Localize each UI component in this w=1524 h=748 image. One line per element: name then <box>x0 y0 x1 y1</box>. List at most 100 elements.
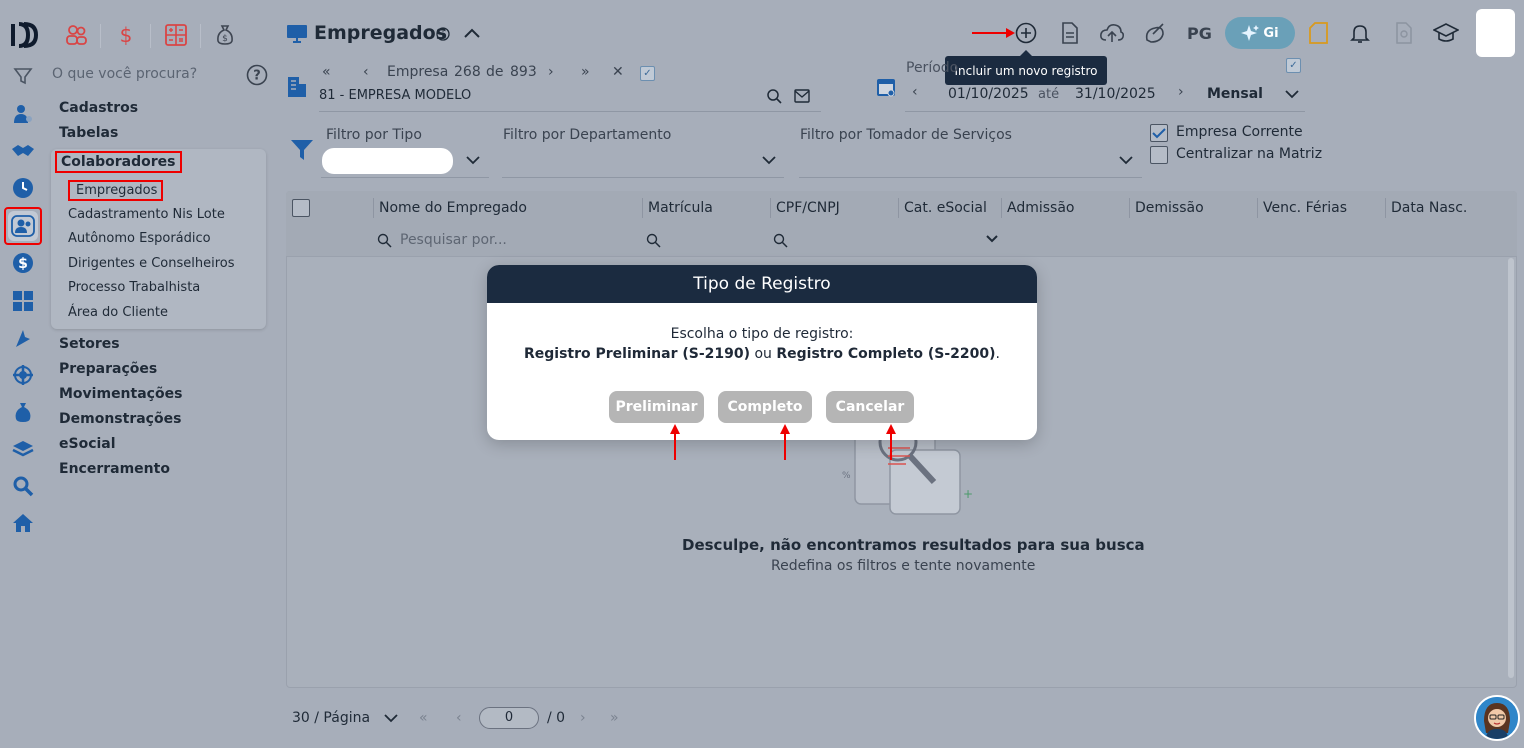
cloud-upload-icon[interactable] <box>1099 20 1125 46</box>
chevron-down-icon[interactable] <box>761 154 777 166</box>
periodo-checkbox[interactable]: ✓ <box>1286 58 1301 73</box>
calendar-icon <box>876 76 896 98</box>
company-checkbox[interactable]: ✓ <box>640 66 655 81</box>
gi-label: Gi <box>1263 25 1279 41</box>
home-icon[interactable] <box>10 510 36 536</box>
submenu-cadastramento-nis[interactable]: Cadastramento Nis Lote <box>68 207 225 222</box>
menu-demonstracoes[interactable]: Demonstrações <box>59 411 181 427</box>
menu-cadastros[interactable]: Cadastros <box>59 100 138 116</box>
first-page-button[interactable]: « <box>419 710 428 726</box>
user-profile-box[interactable] <box>1476 9 1515 57</box>
satellite-icon[interactable] <box>1142 20 1168 46</box>
menu-setores[interactable]: Setores <box>59 336 120 352</box>
pg-button[interactable]: PG <box>1187 24 1212 43</box>
spreadsheet-icon[interactable] <box>163 22 189 48</box>
prev-company-button[interactable]: ‹ <box>363 64 369 80</box>
money-bag-icon[interactable] <box>10 399 36 425</box>
search-company-icon[interactable] <box>766 88 782 104</box>
menu-movimentacoes[interactable]: Movimentações <box>59 386 182 402</box>
centralizar-checkbox[interactable] <box>1150 146 1168 164</box>
assistant-avatar[interactable] <box>1474 695 1520 741</box>
clear-company-button[interactable]: ✕ <box>612 64 624 80</box>
empresa-label: Empresa <box>387 64 449 80</box>
user-gear-icon[interactable] <box>10 101 36 127</box>
completo-button[interactable]: Completo <box>718 391 812 423</box>
chevron-down-icon[interactable] <box>1284 88 1300 100</box>
last-page-button[interactable]: » <box>610 710 619 726</box>
period-start[interactable]: 01/10/2025 <box>948 86 1029 102</box>
col-admissao[interactable]: Admissão <box>1007 200 1074 216</box>
next-period-button[interactable]: › <box>1178 84 1184 100</box>
clock-icon[interactable] <box>10 175 36 201</box>
col-cpf[interactable]: CPF/CNPJ <box>776 200 840 216</box>
add-circle-icon[interactable] <box>1013 20 1039 46</box>
info-icon[interactable] <box>436 27 450 41</box>
money-sack-icon[interactable]: $ <box>212 22 238 48</box>
network-icon[interactable] <box>10 362 36 388</box>
sticky-note-icon[interactable] <box>1305 20 1331 46</box>
select-all-checkbox[interactable] <box>292 199 310 217</box>
svg-text:?: ? <box>253 69 261 84</box>
col-demissao[interactable]: Demissão <box>1135 200 1204 216</box>
vertical-scrollbar[interactable] <box>1508 258 1514 678</box>
chevron-down-icon[interactable] <box>1118 154 1134 166</box>
prev-page-button[interactable]: ‹ <box>456 710 462 726</box>
help-icon[interactable]: ? <box>246 64 268 86</box>
menu-colaboradores[interactable]: Colaboradores <box>55 151 182 173</box>
chart-up-icon[interactable] <box>10 325 36 351</box>
graduation-cap-icon[interactable] <box>1433 20 1459 46</box>
menu-search-input[interactable]: O que você procura? <box>52 66 197 82</box>
layers-icon[interactable] <box>10 436 36 462</box>
preliminar-button[interactable]: Preliminar <box>609 391 704 423</box>
search-icon[interactable] <box>10 473 36 499</box>
document-icon[interactable] <box>1057 20 1083 46</box>
prev-period-button[interactable]: ‹ <box>912 84 918 100</box>
calculator-icon[interactable] <box>10 288 36 314</box>
period-end[interactable]: 31/10/2025 <box>1075 86 1156 102</box>
people-group-icon[interactable] <box>64 22 90 48</box>
chevron-down-icon[interactable] <box>465 154 481 166</box>
col-nome[interactable]: Nome do Empregado <box>379 200 527 216</box>
menu-encerramento[interactable]: Encerramento <box>59 461 170 477</box>
period-mode[interactable]: Mensal <box>1207 86 1263 102</box>
next-page-button[interactable]: › <box>580 710 586 726</box>
submenu-processo[interactable]: Processo Trabalhista <box>68 280 200 295</box>
per-page-select[interactable]: 30 / Página <box>292 710 370 726</box>
search-icon[interactable] <box>646 233 661 248</box>
menu-esocial[interactable]: eSocial <box>59 436 116 452</box>
col-matricula[interactable]: Matrícula <box>648 200 713 216</box>
chevron-up-icon[interactable] <box>463 26 481 40</box>
gi-assistant-button[interactable]: Gi <box>1225 17 1295 49</box>
filter-tipo-input[interactable] <box>322 148 453 174</box>
period-until: até <box>1038 87 1060 102</box>
first-page-button[interactable]: « <box>322 64 331 80</box>
filter-icon[interactable] <box>10 63 36 89</box>
document-search-icon[interactable] <box>1391 20 1417 46</box>
submenu-area-cliente[interactable]: Área do Cliente <box>68 305 168 320</box>
search-icon[interactable] <box>773 233 788 248</box>
submenu-dirigentes[interactable]: Dirigentes e Conselheiros <box>68 256 235 271</box>
dollar-icon[interactable]: $ <box>10 250 36 276</box>
chevron-down-icon[interactable] <box>384 713 398 723</box>
funnel-icon <box>290 138 314 162</box>
mail-icon[interactable] <box>794 89 810 103</box>
next-company-button[interactable]: › <box>548 64 554 80</box>
cancelar-button[interactable]: Cancelar <box>826 391 914 423</box>
menu-preparacoes[interactable]: Preparações <box>59 361 157 377</box>
people-icon[interactable] <box>10 213 36 239</box>
col-cat-esocial[interactable]: Cat. eSocial <box>904 200 987 216</box>
submenu-autonomo[interactable]: Autônomo Esporádico <box>68 231 211 246</box>
menu-tabelas[interactable]: Tabelas <box>59 125 118 141</box>
name-search-input[interactable]: Pesquisar por... <box>400 232 507 248</box>
col-venc-ferias[interactable]: Venc. Férias <box>1263 200 1347 216</box>
last-page-button[interactable]: » <box>581 64 590 80</box>
page-input[interactable]: 0 <box>479 707 539 729</box>
col-data-nasc[interactable]: Data Nasc. <box>1391 200 1467 216</box>
handshake-icon[interactable] <box>10 138 36 164</box>
empresa-corrente-checkbox[interactable] <box>1150 124 1168 142</box>
submenu-empregados[interactable]: Empregados <box>68 180 164 201</box>
bell-icon[interactable] <box>1347 20 1373 46</box>
currency-icon[interactable]: $ <box>113 22 139 48</box>
chevron-down-icon[interactable] <box>986 234 998 244</box>
app-logo[interactable] <box>10 20 40 50</box>
